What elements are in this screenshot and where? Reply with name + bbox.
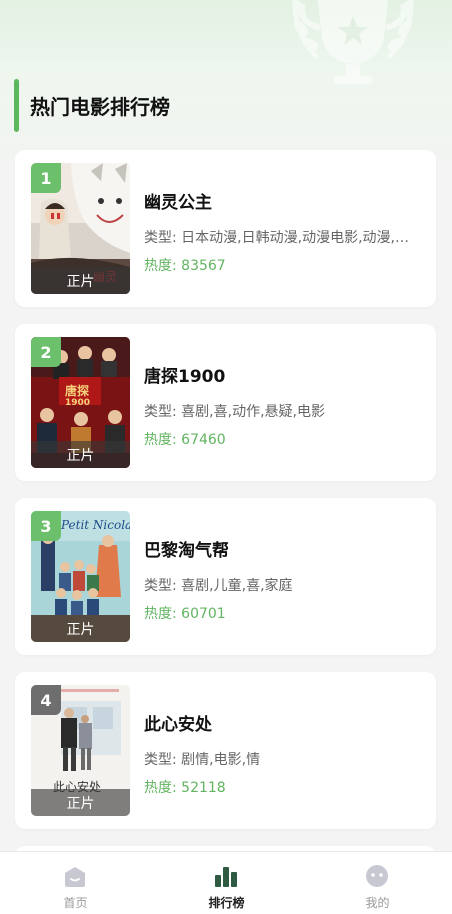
movie-info: 唐探1900 类型: 喜剧,喜,动作,悬疑,电影 热度: 67460 xyxy=(144,324,420,481)
movie-info: 幽灵公主 类型: 日本动漫,日韩动漫,动漫电影,动漫,动画 热度: 83567 xyxy=(144,150,420,307)
poster-tag: 正片 xyxy=(31,267,130,294)
movie-poster[interactable]: 幽灵 1 正片 xyxy=(31,163,130,294)
movie-poster[interactable]: 此心安处 4 正片 xyxy=(31,685,130,816)
rank-badge: 4 xyxy=(31,685,61,715)
movie-genre: 类型: 剧情,电影,情 xyxy=(144,752,261,768)
movie-heat: 热度: 60701 xyxy=(144,606,226,622)
svg-text:唐探: 唐探 xyxy=(65,383,89,398)
svg-text:1900: 1900 xyxy=(65,398,90,408)
rank-badge: 1 xyxy=(31,163,61,193)
poster-tag: 正片 xyxy=(31,789,130,816)
movie-heat: 热度: 67460 xyxy=(144,432,226,448)
movie-heat: 热度: 83567 xyxy=(144,258,226,274)
tab-label: 排行榜 xyxy=(208,896,245,910)
tab-home[interactable]: 首页 xyxy=(0,852,151,914)
trophy-icon xyxy=(292,0,414,84)
section-header: 热门电影排行榜 xyxy=(14,79,170,132)
movie-poster[interactable]: Petit Nicolas 3 正片 xyxy=(31,511,130,642)
movie-card[interactable]: 此心安处 4 正片 此心安处 类型: 剧情,电影,情 热度: 52118 xyxy=(15,672,436,829)
movie-title[interactable]: 幽灵公主 xyxy=(144,188,212,213)
svg-text:Petit Nicolas: Petit Nicolas xyxy=(60,518,130,532)
bar-chart-icon xyxy=(215,867,237,887)
bottom-tab-bar: 首页 排行榜 我的 xyxy=(0,851,452,914)
tab-mine[interactable]: 我的 xyxy=(302,852,452,914)
movie-genre: 类型: 喜剧,儿童,喜,家庭 xyxy=(144,578,293,594)
movie-info: 此心安处 类型: 剧情,电影,情 热度: 52118 xyxy=(144,672,420,829)
movie-title[interactable]: 此心安处 xyxy=(144,710,212,735)
movie-genre: 类型: 喜剧,喜,动作,悬疑,电影 xyxy=(144,404,325,420)
poster-tag: 正片 xyxy=(31,615,130,642)
rank-badge: 2 xyxy=(31,337,61,367)
rank-badge: 3 xyxy=(31,511,61,541)
movie-card[interactable]: Petit Nicolas 3 正片 xyxy=(15,498,436,655)
accent-bar xyxy=(14,79,19,132)
movie-heat: 热度: 52118 xyxy=(144,780,226,796)
movie-card[interactable]: 幽灵 1 正片 幽灵公主 类型: 日本动漫,日韩动漫,动漫电影,动漫,动画 热度… xyxy=(15,150,436,307)
movie-card[interactable]: 唐探 1900 2 正片 唐探1900 类型: 喜剧,喜,动作,悬疑,电影 热度… xyxy=(15,324,436,481)
tab-ranking[interactable]: 排行榜 xyxy=(151,852,302,914)
tab-label: 我的 xyxy=(365,896,390,910)
poster-tag: 正片 xyxy=(31,441,130,468)
movie-genre: 类型: 日本动漫,日韩动漫,动漫电影,动漫,动画 xyxy=(144,230,420,246)
tab-label: 首页 xyxy=(63,896,88,910)
home-icon xyxy=(65,867,85,887)
movie-title[interactable]: 巴黎淘气帮 xyxy=(144,536,229,561)
movie-title[interactable]: 唐探1900 xyxy=(144,362,225,387)
movie-poster[interactable]: 唐探 1900 2 正片 xyxy=(31,337,130,468)
page-title: 热门电影排行榜 xyxy=(30,95,170,119)
movie-info: 巴黎淘气帮 类型: 喜剧,儿童,喜,家庭 热度: 60701 xyxy=(144,498,420,655)
smiley-icon xyxy=(366,865,388,887)
